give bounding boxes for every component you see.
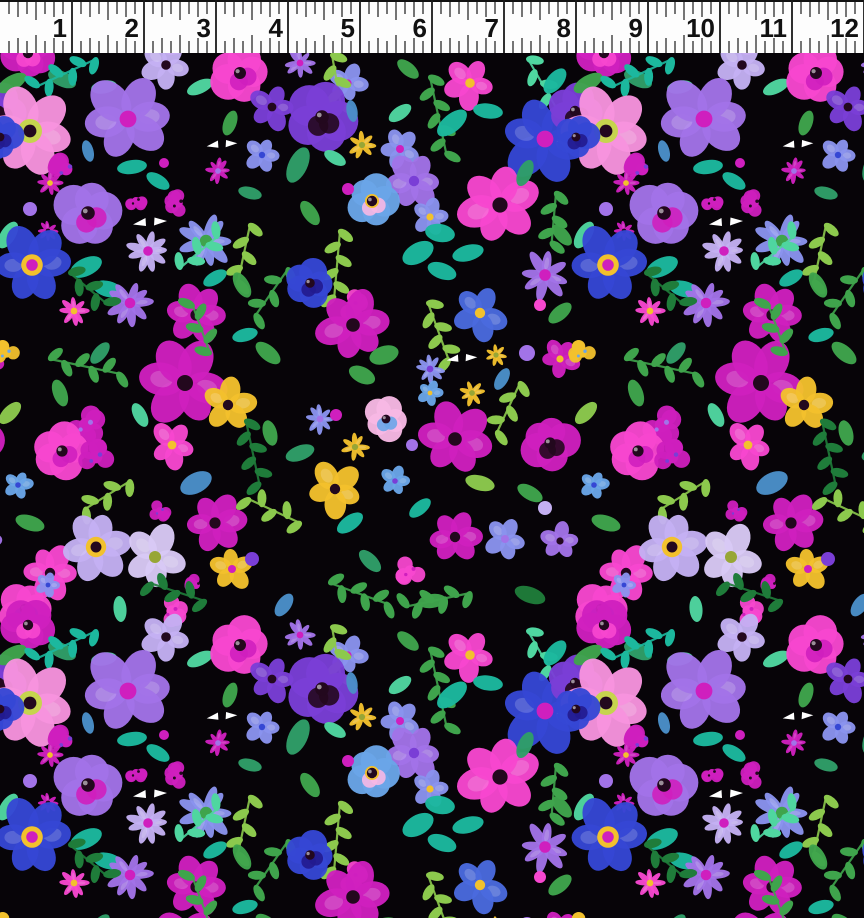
ruler-number: 12 [830,13,859,43]
inch-ruler: 123456789101112 [0,0,864,53]
ruler-number: 6 [413,13,427,43]
fabric-swatch-photo: 123456789101112 [0,0,864,918]
ruler-number: 11 [760,13,788,43]
floral-fabric-pattern [0,53,864,918]
ruler-number: 5 [341,13,355,43]
ruler-number: 7 [485,13,499,43]
ruler-number: 10 [686,13,715,43]
ruler-number: 4 [269,13,284,43]
ruler-number: 1 [53,13,67,43]
ruler-number: 2 [125,13,139,43]
ruler-number: 9 [629,13,643,43]
ruler-number: 3 [197,13,211,43]
ruler-number: 8 [557,13,571,43]
